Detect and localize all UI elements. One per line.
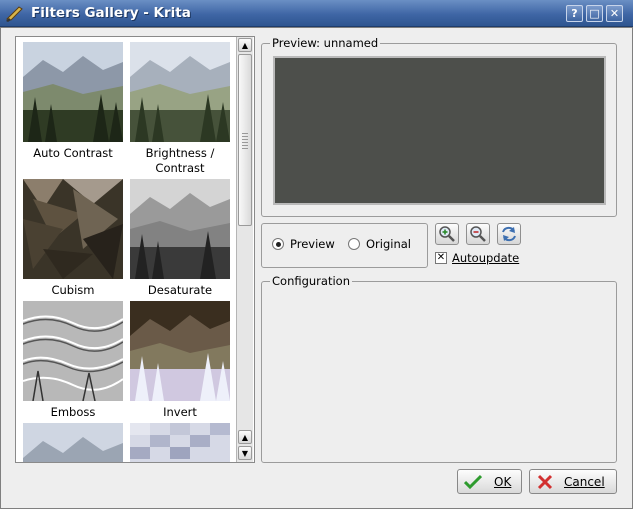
- scroll-up-icon[interactable]: ▲: [238, 38, 252, 52]
- radio-preview-label: Preview: [290, 237, 335, 251]
- ok-button[interactable]: OK: [457, 469, 522, 494]
- radio-preview[interactable]: Preview: [272, 237, 335, 251]
- cancel-x-icon: [537, 474, 553, 489]
- landscape-bright-thumbnail: [130, 42, 230, 142]
- cubism-thumbnail: [23, 179, 123, 279]
- filter-item-cubism[interactable]: Cubism: [21, 179, 125, 298]
- filter-item-emboss[interactable]: Emboss: [21, 301, 125, 420]
- filter-label: Cubism: [51, 283, 95, 297]
- inverted-thumbnail: [130, 301, 230, 401]
- filter-label: Emboss: [50, 405, 96, 419]
- filter-item-desaturate[interactable]: Desaturate: [128, 179, 232, 298]
- radio-original-label: Original: [366, 237, 412, 251]
- cancel-label: Cancel: [564, 474, 605, 489]
- radio-unselected-icon: [348, 238, 360, 250]
- filter-item-invert[interactable]: Invert: [128, 301, 232, 420]
- configuration-group: Configuration: [261, 274, 617, 463]
- cancel-button[interactable]: Cancel: [529, 469, 617, 494]
- radio-original[interactable]: Original: [348, 237, 411, 251]
- refresh-icon: [502, 226, 516, 242]
- checkbox-checked-icon: ✕: [435, 252, 447, 264]
- emboss-thumbnail: [23, 301, 123, 401]
- scroll-up-icon[interactable]: ▲: [238, 430, 252, 444]
- scroll-down-icon[interactable]: ▼: [238, 446, 252, 460]
- maximize-button[interactable]: □: [586, 5, 603, 22]
- autoupdate-label: Autoupdate: [452, 251, 520, 265]
- filter-item-partial-1[interactable]: [21, 423, 125, 462]
- checkmark-icon: [464, 474, 482, 489]
- filter-label: Desaturate: [147, 283, 213, 297]
- filter-label: Invert: [163, 405, 197, 419]
- filter-item-auto-contrast[interactable]: Auto Contrast: [21, 42, 125, 161]
- window-title: Filters Gallery - Krita: [31, 5, 191, 21]
- krita-brush-icon: [6, 6, 23, 22]
- radio-selected-icon: [272, 238, 284, 250]
- landscape-thumbnail: [23, 423, 123, 462]
- help-button[interactable]: ?: [566, 5, 583, 22]
- zoom-out-button[interactable]: [466, 223, 490, 245]
- configuration-group-title: Configuration: [270, 274, 352, 288]
- close-button[interactable]: ✕: [606, 5, 623, 22]
- window-titlebar[interactable]: Filters Gallery - Krita ? □ ✕: [0, 0, 633, 27]
- filter-label: Brightness / Contrast: [145, 146, 215, 175]
- zoom-out-icon: [470, 226, 486, 242]
- filter-label: Auto Contrast: [33, 146, 113, 160]
- pixelize-thumbnail: [130, 423, 230, 462]
- filter-item-partial-2[interactable]: [128, 423, 232, 462]
- landscape-thumbnail: [23, 42, 123, 142]
- ok-label: OK: [494, 474, 512, 489]
- refresh-button[interactable]: [497, 223, 521, 245]
- grayscale-thumbnail: [130, 179, 230, 279]
- filter-gallery[interactable]: Auto Contrast Brightness / Contrast Cubi…: [15, 36, 255, 463]
- autoupdate-checkbox[interactable]: ✕ Autoupdate: [435, 251, 519, 265]
- zoom-in-button[interactable]: [435, 223, 459, 245]
- preview-canvas: [273, 56, 606, 205]
- filter-item-brightness-contrast[interactable]: Brightness / Contrast: [128, 42, 232, 176]
- preview-group-title: Preview: unnamed: [270, 36, 381, 50]
- scrollbar-thumb[interactable]: [238, 54, 252, 226]
- gallery-scrollbar[interactable]: ▲ ▲ ▼: [236, 37, 253, 462]
- grip-icon: [242, 133, 248, 149]
- zoom-in-icon: [439, 226, 455, 242]
